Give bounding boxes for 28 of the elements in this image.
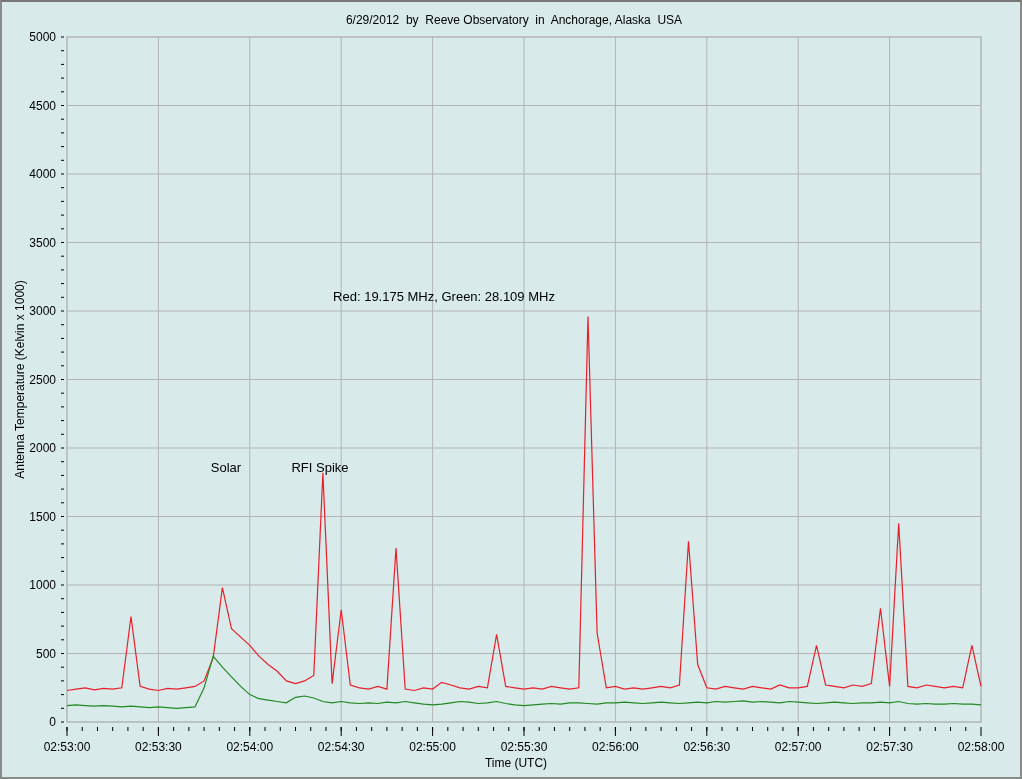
- x-tick-label: 02:56:00: [592, 740, 639, 754]
- x-tick-label: 02:55:00: [409, 740, 456, 754]
- y-tick-label: 0: [49, 715, 56, 729]
- y-tick-label: 3000: [29, 304, 56, 318]
- y-tick-label: 2500: [29, 372, 56, 387]
- chart-title: 6/29/2012 by Reeve Observatory in Anchorage, Alaska USA: [345, 13, 683, 27]
- x-tick-label: 02:58:00: [957, 740, 1005, 754]
- chart-annotation: RFI Spike: [291, 460, 349, 475]
- y-tick-label: 2000: [29, 441, 56, 455]
- x-tick-label: 02:56:30: [683, 740, 731, 754]
- x-axis-title: Time (UTC): [484, 756, 548, 770]
- x-tick-label: 02:57:00: [774, 740, 822, 754]
- y-tick-label: 3500: [29, 235, 56, 250]
- y-tick-label: 1000: [29, 578, 56, 592]
- x-tick-label: 02:54:00: [226, 740, 274, 754]
- y-tick-label: 4000: [29, 167, 56, 181]
- y-tick-label: 4500: [29, 98, 56, 113]
- x-tick-label: 02:54:30: [317, 740, 365, 754]
- x-tick-label: 02:57:30: [866, 740, 913, 754]
- chart-annotation: Red: 19.175 MHz, Green: 28.109 MHz: [333, 289, 555, 304]
- x-tick-label: 02:53:30: [135, 740, 182, 754]
- y-axis-title: Antenna Temperature (Kelvin x 1000): [13, 280, 27, 479]
- y-tick-label: 500: [35, 646, 56, 661]
- chart-annotation: Solar: [210, 460, 242, 475]
- y-tick-label: 1500: [29, 509, 56, 524]
- x-tick-label: 02:53:00: [43, 740, 91, 754]
- y-tick-label: 5000: [29, 30, 56, 44]
- x-tick-label: 02:55:30: [500, 740, 548, 754]
